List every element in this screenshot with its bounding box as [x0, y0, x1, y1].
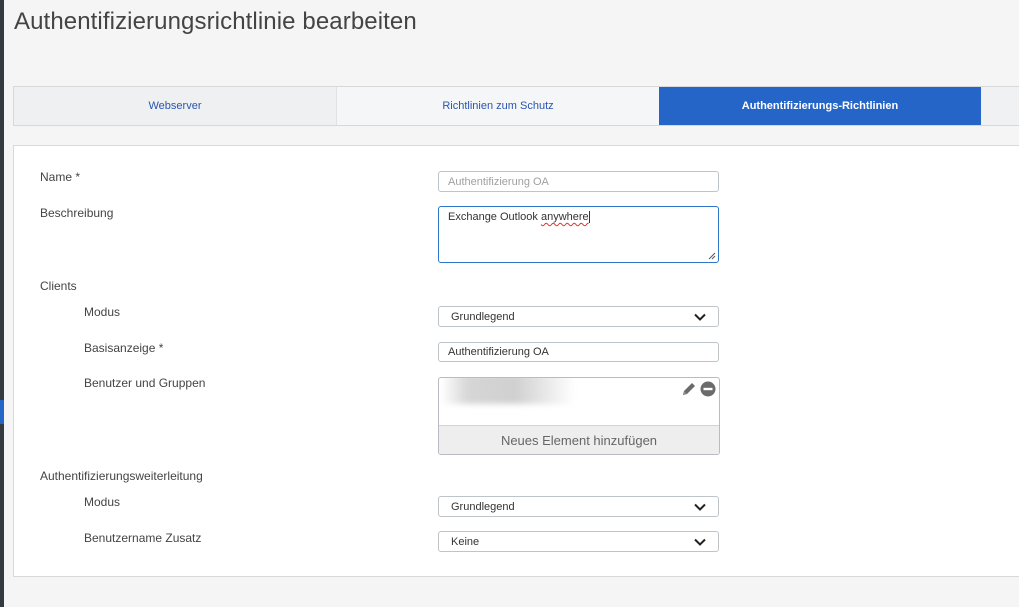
basic-display-label: Basisanzeige *	[84, 341, 164, 355]
description-label: Beschreibung	[40, 206, 114, 220]
chevron-down-icon	[694, 538, 706, 546]
users-groups-label: Benutzer und Gruppen	[84, 376, 206, 390]
description-textarea[interactable]: Exchange Outlook anywhere	[438, 206, 719, 263]
description-misspelled-word: anywhere	[540, 211, 589, 223]
left-nav-active-marker	[0, 400, 4, 424]
list-item[interactable]	[439, 378, 719, 404]
page-title: Authentifizierungsrichtlinie bearbeiten	[14, 8, 417, 35]
username-suffix-label: Benutzername Zusatz	[84, 531, 202, 545]
clients-section-label: Clients	[40, 279, 77, 293]
minus-circle-icon[interactable]	[700, 381, 716, 397]
basic-display-input[interactable]: Authentifizierung OA	[438, 342, 719, 362]
chevron-down-icon	[694, 313, 706, 321]
resize-handle-icon[interactable]	[708, 252, 716, 260]
tab-protection-policies[interactable]: Richtlinien zum Schutz	[337, 87, 659, 125]
left-nav-strip	[0, 0, 4, 607]
tab-bar-filler	[981, 87, 1019, 125]
text-cursor	[588, 211, 590, 224]
chevron-down-icon	[694, 503, 706, 511]
forwarding-section-label: Authentifizierungsweiterleitung	[40, 469, 203, 483]
tab-authentication-policies[interactable]: Authentifizierungs-Richtlinien	[659, 87, 981, 125]
clients-mode-value: Grundlegend	[451, 310, 515, 323]
tab-webserver[interactable]: Webserver	[14, 87, 337, 125]
name-label: Name *	[40, 170, 81, 184]
forwarding-mode-select[interactable]: Grundlegend	[438, 496, 719, 517]
clients-mode-label: Modus	[84, 305, 121, 319]
description-text: Exchange Outlook	[448, 211, 541, 223]
forwarding-mode-label: Modus	[84, 495, 121, 509]
clients-mode-select[interactable]: Grundlegend	[438, 306, 719, 327]
users-groups-list: Neues Element hinzufügen	[438, 377, 720, 455]
username-suffix-value: Keine	[451, 535, 480, 548]
add-new-item-button[interactable]: Neues Element hinzufügen	[439, 425, 719, 454]
forwarding-mode-value: Grundlegend	[451, 500, 515, 513]
username-suffix-select[interactable]: Keine	[438, 531, 719, 552]
name-input[interactable]: Authentifizierung OA	[438, 171, 719, 192]
pencil-icon[interactable]	[681, 381, 697, 397]
tab-bar: Webserver Richtlinien zum Schutz Authent…	[13, 86, 1019, 126]
redacted-entry	[441, 378, 575, 404]
